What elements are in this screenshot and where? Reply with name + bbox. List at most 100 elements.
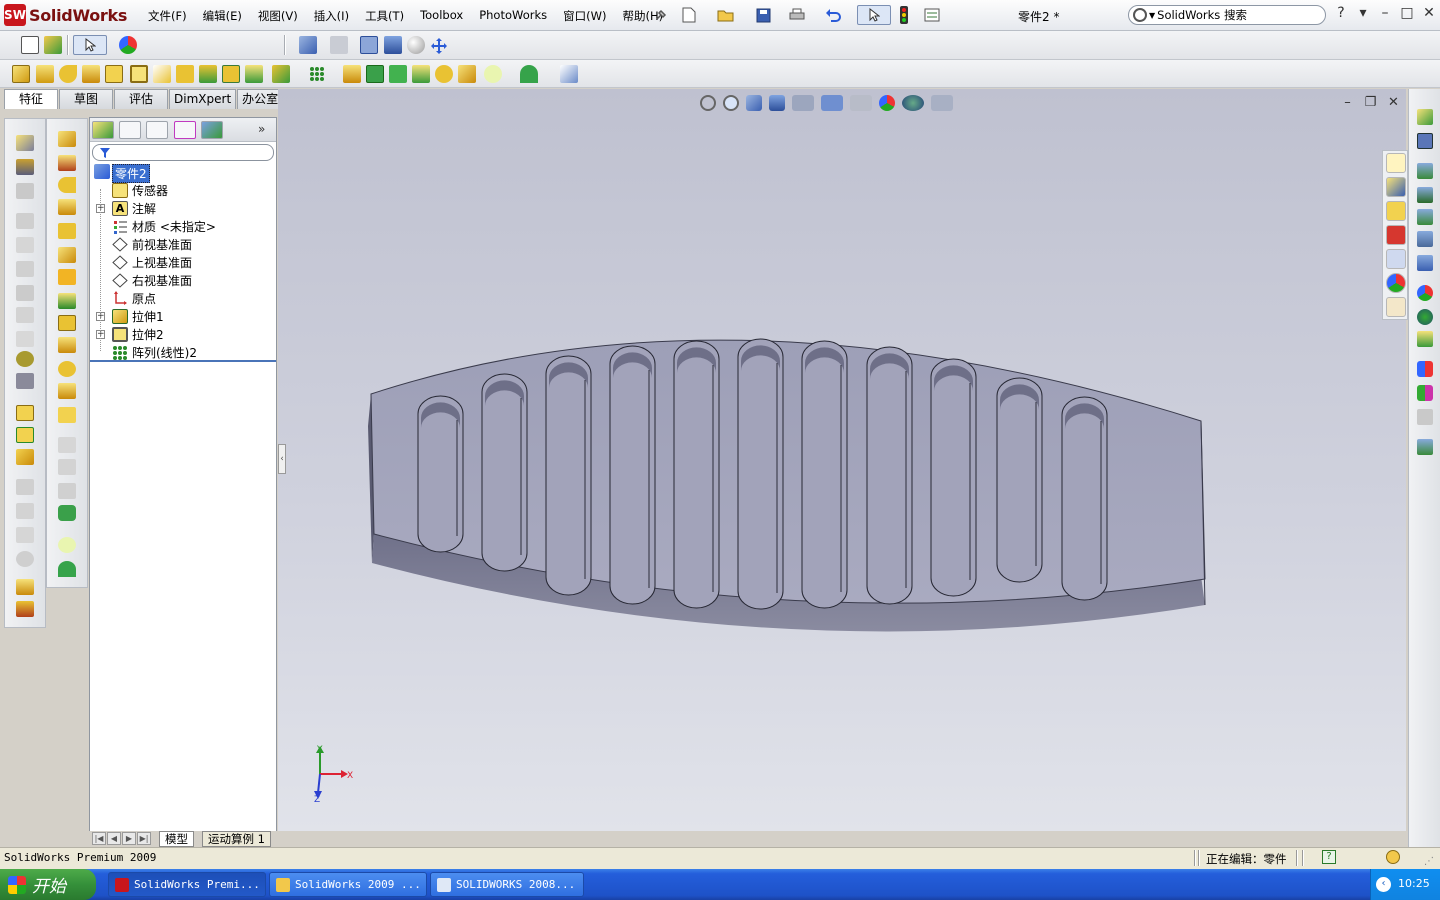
undo-icon[interactable]	[822, 5, 844, 25]
cut-with-surface-icon[interactable]	[58, 269, 76, 285]
maximize-icon[interactable]: □	[1396, 5, 1418, 21]
new-document-icon[interactable]	[678, 5, 700, 25]
hole-wizard-icon[interactable]	[153, 65, 171, 83]
rebuild-icon[interactable]	[897, 5, 911, 25]
thicken-icon[interactable]	[58, 247, 76, 263]
appearance-icon[interactable]	[119, 36, 137, 54]
reference-plane-icon[interactable]	[58, 537, 76, 553]
next-tab-icon[interactable]: ▶	[122, 832, 136, 845]
delete-face-icon[interactable]	[58, 361, 76, 377]
expand-panel-icon[interactable]: »	[258, 122, 265, 136]
draft-icon[interactable]	[343, 65, 361, 83]
decal-icon[interactable]	[1417, 309, 1433, 325]
model-tab[interactable]: 模型	[159, 831, 194, 847]
tree-root[interactable]: 零件2	[90, 163, 276, 183]
part-model-3d[interactable]	[278, 89, 1406, 831]
options-icon[interactable]	[917, 5, 947, 25]
mirror-icon[interactable]	[458, 65, 476, 83]
save-icon[interactable]	[752, 5, 774, 25]
tab-sketch[interactable]: 草图	[59, 89, 114, 109]
lighting-icon[interactable]	[1417, 187, 1433, 203]
render-icon[interactable]	[1417, 209, 1433, 225]
loft-icon[interactable]	[82, 65, 100, 83]
photoworks-options-icon[interactable]	[1417, 439, 1433, 455]
revolved-boss-icon[interactable]	[58, 155, 76, 171]
rollback-bar[interactable]	[90, 360, 276, 362]
motion-study-tab[interactable]: 运动算例 1	[202, 831, 271, 847]
tree-item-linear-pattern[interactable]: 阵列(线性)2	[90, 343, 276, 361]
tree-item-right-plane[interactable]: 右视基准面	[90, 271, 276, 289]
dimxpertmanager-tab-icon[interactable]	[174, 121, 196, 139]
appearance-manager-icon[interactable]	[1417, 361, 1433, 377]
revolved-cut-icon[interactable]	[176, 65, 194, 83]
curves-icon[interactable]	[520, 65, 538, 83]
menu-edit[interactable]: 编辑(E)	[195, 8, 250, 24]
tree-item-extrude2[interactable]: + 拉伸2	[90, 325, 276, 343]
tree-item-origin[interactable]: 原点	[90, 289, 276, 307]
lofted-cut-icon[interactable]	[58, 337, 76, 353]
offset-entities-icon[interactable]	[16, 427, 34, 443]
tree-item-sensors[interactable]: 传感器	[90, 181, 276, 199]
menu-tools[interactable]: 工具(T)	[357, 8, 412, 24]
pan-icon[interactable]	[429, 36, 449, 56]
display-relations-icon[interactable]	[16, 551, 34, 567]
swept-cut-icon[interactable]	[58, 315, 76, 331]
help-icon[interactable]: ?	[1330, 5, 1352, 21]
graphics-area[interactable]: – ❐ ✕ ‹ Y X Z	[278, 89, 1406, 831]
search-input[interactable]: SolidWorks 搜索	[1157, 7, 1247, 23]
pin-icon[interactable]	[652, 5, 670, 25]
chamfer-icon[interactable]	[222, 65, 240, 83]
view-orientation-icon[interactable]	[299, 36, 317, 54]
scene-icon[interactable]	[1417, 163, 1433, 179]
rectangle-icon[interactable]	[16, 213, 34, 229]
extruded-cut-icon[interactable]	[130, 65, 148, 83]
select-filter-button[interactable]	[73, 35, 107, 55]
split-icon[interactable]	[58, 383, 76, 399]
tree-item-extrude1[interactable]: + 拉伸1	[90, 307, 276, 325]
shadows-icon[interactable]	[407, 36, 425, 54]
ellipse-icon[interactable]	[16, 307, 34, 323]
boundary-icon[interactable]	[105, 65, 123, 83]
search-dropdown-icon[interactable]: ▼	[1149, 11, 1155, 20]
tree-filter-input[interactable]	[92, 144, 274, 161]
instant3d-icon[interactable]	[560, 65, 578, 83]
centerline-icon[interactable]	[16, 373, 34, 389]
tree-item-material[interactable]: 材质 <未指定>	[90, 217, 276, 235]
solidworks-logo[interactable]: SW SolidWorks	[4, 4, 127, 26]
solidworks-resources-icon[interactable]	[1386, 153, 1406, 173]
illumination-icon[interactable]	[1417, 409, 1433, 425]
menu-insert[interactable]: 插入(I)	[306, 8, 357, 24]
trim-entities-icon[interactable]	[16, 449, 34, 465]
tree-item-front-plane[interactable]: 前视基准面	[90, 235, 276, 253]
shaded-with-edges-icon[interactable]	[360, 36, 378, 54]
rebuild-right-icon[interactable]	[1417, 109, 1433, 125]
start-button[interactable]: 开始	[0, 869, 96, 900]
tab-dimxpert[interactable]: DimXpert	[169, 89, 237, 109]
hidden-lines-icon[interactable]	[330, 36, 348, 54]
search-results-icon[interactable]	[1386, 225, 1406, 245]
propertymanager-tab-icon[interactable]	[119, 121, 141, 139]
revolved-cut-feature-icon[interactable]	[58, 293, 76, 309]
material-editor-icon[interactable]	[1417, 285, 1433, 301]
tray-expand-icon[interactable]: ‹	[1376, 877, 1391, 892]
menu-view[interactable]: 视图(V)	[250, 8, 306, 24]
spline-icon[interactable]	[16, 285, 34, 301]
smart-dimension-icon[interactable]	[16, 159, 34, 175]
taskbar-item-solidworks-2009[interactable]: SolidWorks 2009 ...	[269, 872, 427, 897]
open-document-icon[interactable]	[713, 5, 739, 25]
file-explorer-icon[interactable]	[1386, 201, 1406, 221]
linear-pattern-icon[interactable]	[308, 64, 326, 84]
shell-icon[interactable]	[272, 65, 290, 83]
menu-window[interactable]: 窗口(W)	[555, 8, 614, 24]
tab-features[interactable]: 特征	[4, 89, 59, 109]
scale-icon[interactable]	[58, 483, 76, 499]
section-view-icon[interactable]	[384, 36, 402, 54]
featuremanager-tab-icon[interactable]	[92, 121, 114, 139]
final-render-icon[interactable]	[1417, 231, 1433, 247]
linear-sketch-pattern-icon[interactable]	[16, 527, 34, 543]
design-library-icon[interactable]	[1386, 177, 1406, 197]
menu-file[interactable]: 文件(F)	[140, 8, 195, 24]
appearances-scenes-icon[interactable]	[1386, 273, 1406, 293]
swept-boss-icon[interactable]	[58, 177, 76, 193]
rapid-sketch-icon[interactable]	[16, 601, 34, 617]
